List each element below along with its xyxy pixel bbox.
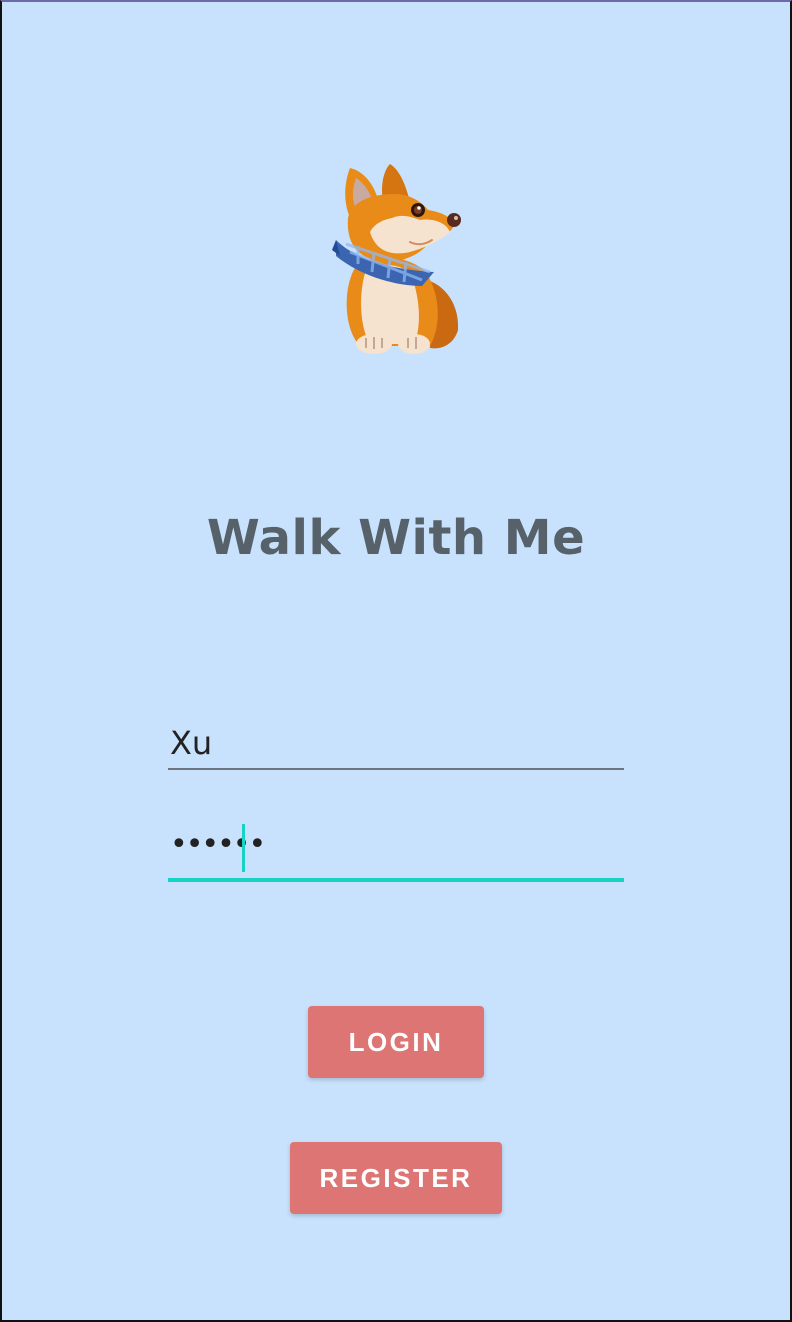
login-button[interactable]: LOGIN [308,1006,484,1078]
app-title: Walk With Me [206,510,586,566]
register-button[interactable]: REGISTER [290,1142,502,1214]
username-value: Xu [170,724,213,762]
username-field[interactable]: Xu [168,714,624,770]
login-screen: Walk With Me Xu •••••• LOGIN REGISTER [0,0,792,1322]
password-value: •••••• [170,827,266,862]
corgi-dog-icon [332,164,461,354]
password-field[interactable]: •••••• [168,822,624,882]
text-caret [242,824,245,872]
